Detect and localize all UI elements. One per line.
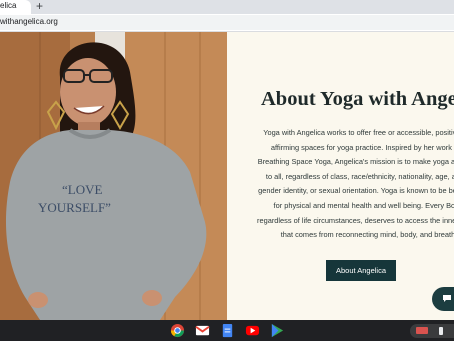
- taskbar: [0, 320, 454, 341]
- chat-bubble-icon: [443, 295, 451, 302]
- url-text[interactable]: withangelica.org: [0, 17, 58, 26]
- screen-icon: [416, 327, 428, 334]
- youtube-icon[interactable]: [245, 323, 260, 338]
- about-paragraph: Yoga with Angelica works to offer free o…: [257, 128, 454, 240]
- tab-title: elica: [0, 1, 17, 10]
- page-title: About Yoga with Angelica: [261, 88, 454, 110]
- chat-button[interactable]: [432, 287, 454, 311]
- new-tab-icon[interactable]: +: [36, 0, 43, 13]
- person-photo: “LOVE YOURSELF”: [0, 32, 227, 320]
- phone-icon: [439, 327, 443, 335]
- status-tray[interactable]: [410, 324, 454, 338]
- docs-icon[interactable]: [220, 323, 235, 338]
- browser-tab-strip: elica +: [0, 0, 454, 14]
- chrome-icon[interactable]: [170, 323, 185, 338]
- about-angelica-button[interactable]: About Angelica: [326, 260, 396, 281]
- sweater-text-line2: YOURSELF”: [38, 200, 111, 215]
- gmail-icon[interactable]: [195, 323, 210, 338]
- browser-tab[interactable]: elica: [0, 0, 31, 14]
- address-bar[interactable]: [0, 15, 454, 30]
- sweater-text-line1: “LOVE: [62, 182, 102, 197]
- page-content: “LOVE YOURSELF” About Yoga with Angelica…: [0, 32, 454, 320]
- play-store-icon[interactable]: [270, 323, 285, 338]
- browser-toolbar: [0, 14, 454, 32]
